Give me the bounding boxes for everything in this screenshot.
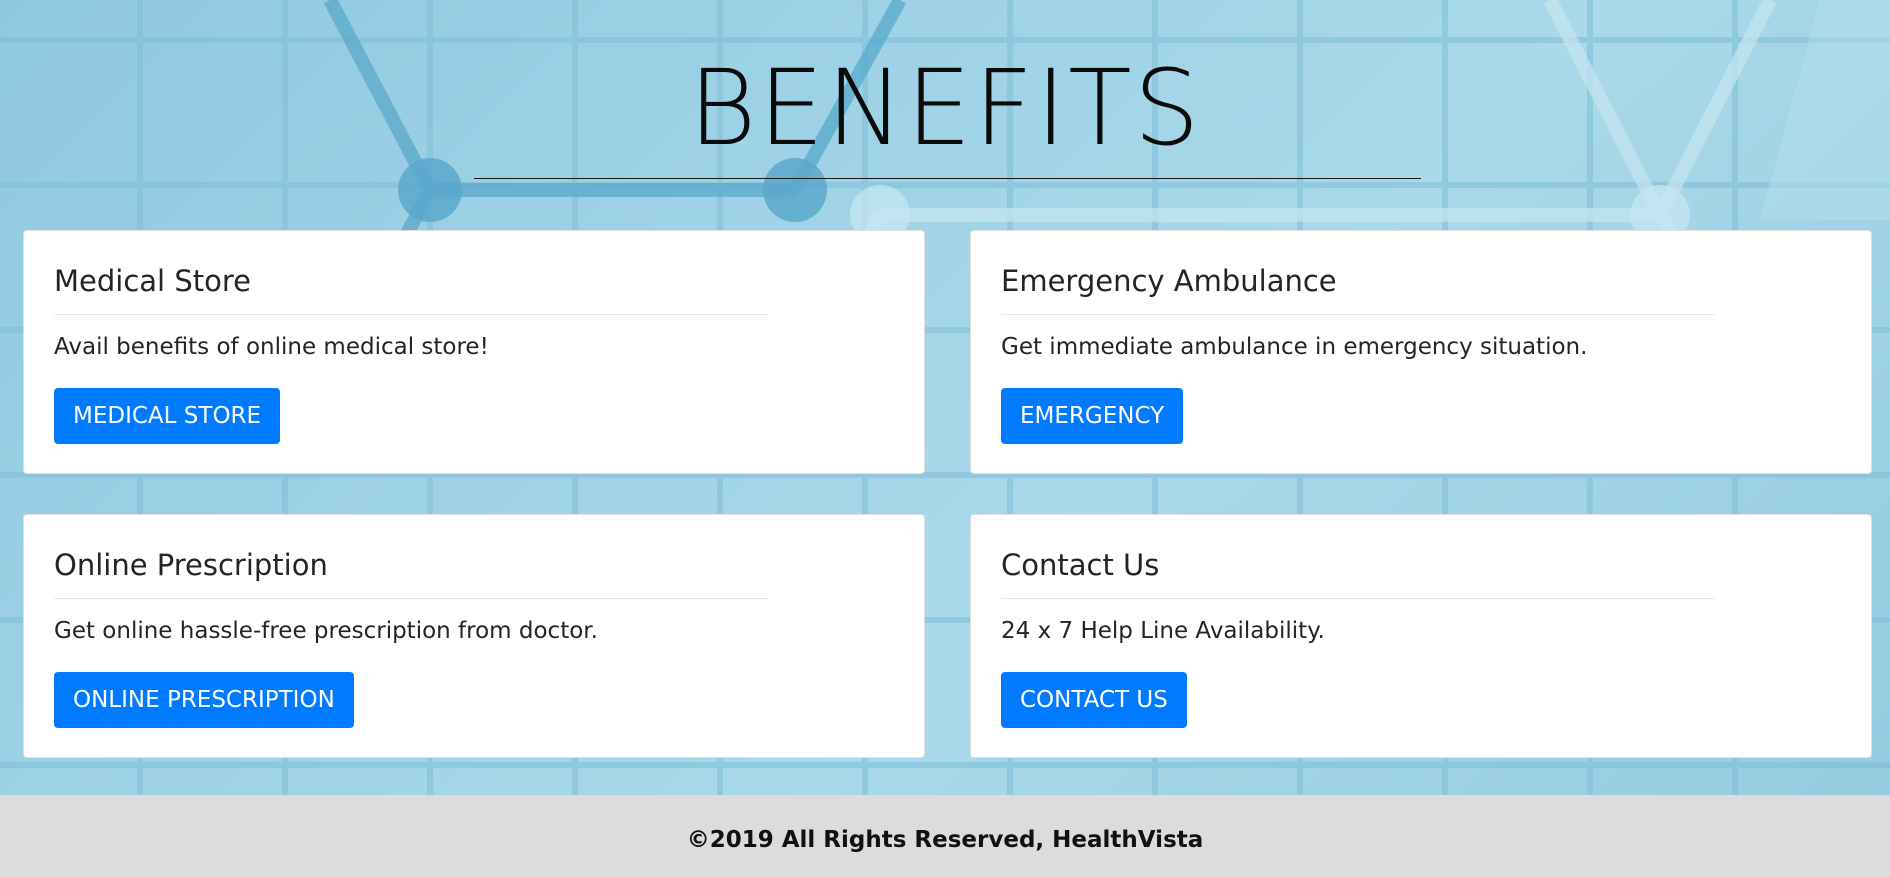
card-text: 24 x 7 Help Line Availability. (1001, 618, 1325, 644)
emergency-button[interactable]: EMERGENCY (1001, 388, 1184, 444)
card-text: Get online hassle-free prescription from… (54, 618, 598, 644)
card-title: Online Prescription (54, 548, 328, 582)
card-title: Emergency Ambulance (1001, 264, 1337, 298)
card-divider (1001, 598, 1715, 599)
medical-store-button[interactable]: MEDICAL STORE (54, 388, 281, 444)
card-title: Contact Us (1001, 548, 1160, 582)
title-divider (474, 178, 1421, 179)
card-divider (1001, 314, 1715, 315)
card-contact-us: Contact Us 24 x 7 Help Line Availability… (970, 514, 1872, 758)
card-divider (54, 598, 768, 599)
card-divider (54, 314, 768, 315)
footer-copyright: ©2019 All Rights Reserved, HealthVista (686, 827, 1204, 853)
contact-us-button[interactable]: CONTACT US (1001, 672, 1187, 728)
page-title: BENEFITS (688, 47, 1202, 169)
card-online-prescription: Online Prescription Get online hassle-fr… (23, 514, 925, 758)
card-title: Medical Store (54, 264, 251, 298)
footer: ©2019 All Rights Reserved, HealthVista (0, 795, 1890, 877)
card-medical-store: Medical Store Avail benefits of online m… (23, 230, 925, 474)
online-prescription-button[interactable]: ONLINE PRESCRIPTION (54, 672, 354, 728)
card-text: Get immediate ambulance in emergency sit… (1001, 334, 1588, 360)
card-text: Avail benefits of online medical store! (54, 334, 489, 360)
card-emergency-ambulance: Emergency Ambulance Get immediate ambula… (970, 230, 1872, 474)
